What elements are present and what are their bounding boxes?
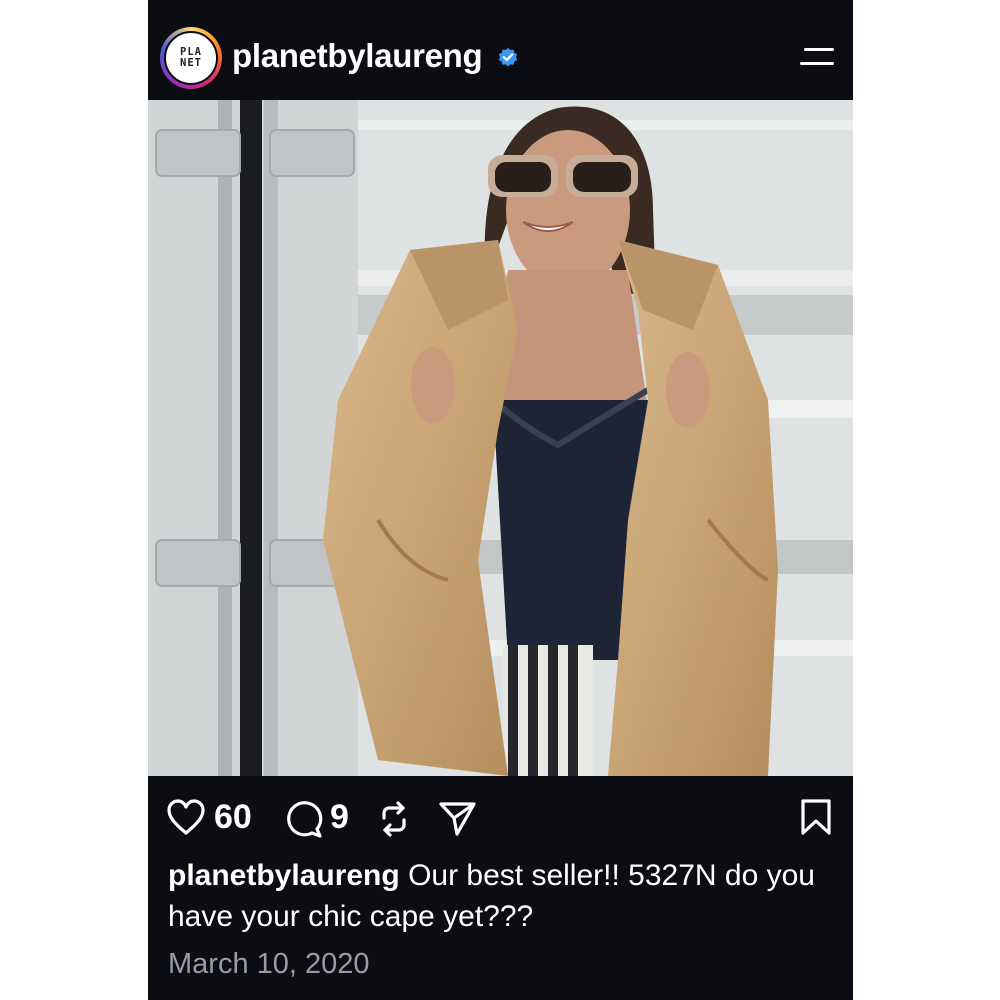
caption-username[interactable]: planetbylaureng bbox=[168, 859, 400, 892]
post-caption: planetbylaureng Our best seller!! 5327N … bbox=[168, 855, 833, 937]
repost-icon[interactable] bbox=[376, 800, 412, 838]
post-photo[interactable] bbox=[148, 100, 853, 776]
heart-icon[interactable] bbox=[166, 798, 206, 838]
avatar-logo: PLA NET bbox=[164, 31, 218, 85]
comment-icon[interactable] bbox=[284, 799, 324, 839]
post-header: PLA NET planetbylaureng bbox=[148, 0, 853, 100]
like-count[interactable]: 60 bbox=[214, 798, 252, 837]
bookmark-icon[interactable] bbox=[800, 798, 832, 836]
avatar[interactable]: PLA NET bbox=[160, 27, 222, 89]
post-card: PLA NET planetbylaureng 60 9 planetbylau… bbox=[148, 0, 853, 1000]
username[interactable]: planetbylaureng bbox=[232, 37, 483, 75]
verified-badge-icon bbox=[498, 47, 518, 67]
comment-count[interactable]: 9 bbox=[330, 798, 349, 837]
share-icon[interactable] bbox=[438, 800, 478, 838]
menu-icon[interactable] bbox=[798, 46, 834, 70]
post-photo-image bbox=[148, 100, 853, 776]
action-bar: 60 9 bbox=[148, 796, 853, 844]
post-date: March 10, 2020 bbox=[168, 948, 370, 980]
avatar-logo-line-2: NET bbox=[180, 57, 202, 69]
